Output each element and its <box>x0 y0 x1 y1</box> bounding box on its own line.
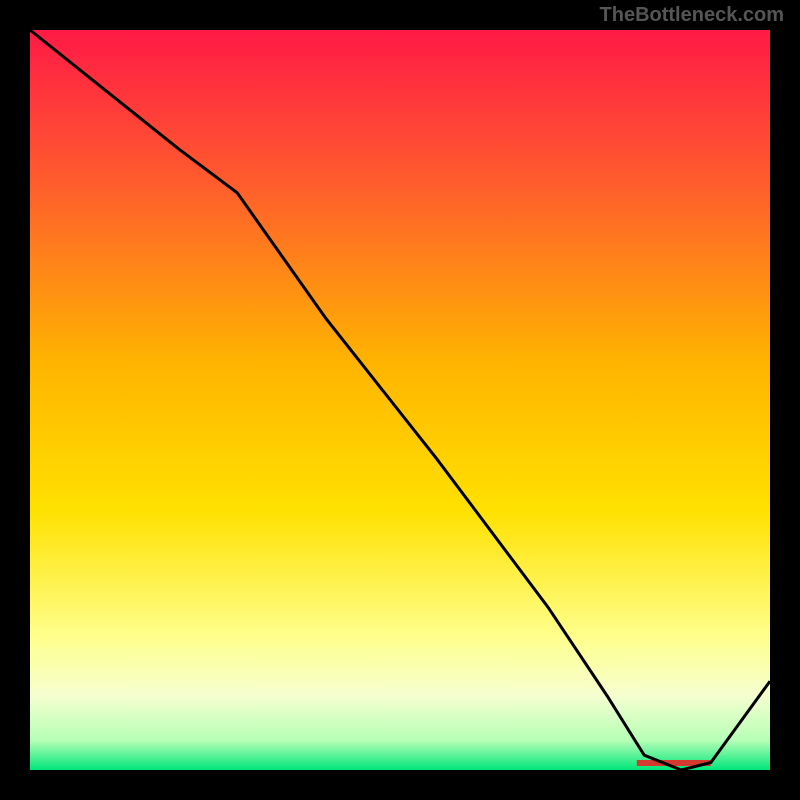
watermark: TheBottleneck.com <box>600 4 784 27</box>
chart-svg <box>30 30 770 770</box>
plot-area <box>30 30 770 770</box>
gradient-background <box>30 30 770 770</box>
chart-frame <box>30 30 770 770</box>
